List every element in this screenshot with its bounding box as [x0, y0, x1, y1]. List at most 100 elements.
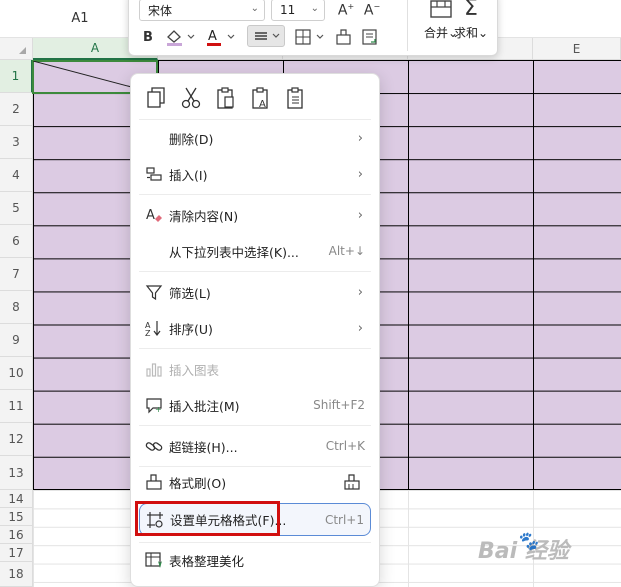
align-center-icon [255, 32, 280, 40]
cut-icon [181, 87, 201, 109]
insert-cells-icon [146, 167, 162, 181]
row-header-1[interactable]: 1 [0, 60, 33, 93]
sort-icon: A Z [145, 321, 161, 337]
copy-button[interactable] [143, 84, 169, 112]
row-header-16[interactable]: 16 [0, 526, 33, 544]
menu-item-format-painter[interactable]: 格式刷(O) [139, 466, 371, 498]
paste-special-button[interactable] [283, 84, 309, 112]
svg-text:A: A [259, 99, 266, 110]
format-painter-button[interactable] [333, 26, 355, 48]
paste-values-button[interactable]: A [248, 84, 274, 112]
bold-icon: B [143, 29, 153, 45]
link-icon [145, 442, 163, 451]
select-all-corner[interactable] [0, 38, 33, 60]
svg-text:A: A [208, 29, 217, 44]
menu-item-clear-contents[interactable]: A 清除内容(N) › [139, 199, 371, 231]
comment-icon: + [146, 398, 162, 414]
menu-item-filter[interactable]: 筛选(L) › [139, 276, 371, 308]
font-color-button[interactable]: A [203, 26, 239, 48]
context-menu: A 删除(D) › 插入(I) › A 清除内容(N) › 从下拉列表中选择(K… [130, 73, 380, 587]
chevron-right-icon: › [357, 284, 363, 300]
row-header-2[interactable]: 2 [0, 93, 33, 126]
chevron-right-icon: › [357, 207, 363, 223]
paste-values-icon: A [252, 87, 268, 110]
row-header-15[interactable]: 15 [0, 508, 33, 526]
convert-button[interactable] [359, 26, 381, 48]
menu-item-format-cells[interactable]: 设置单元格格式(F)... Ctrl+1 [139, 503, 371, 536]
menu-item-insert[interactable]: 插入(I) › [139, 158, 371, 190]
convert-icon [362, 29, 377, 45]
paste-special-icon [287, 87, 303, 109]
bold-button[interactable]: B [137, 26, 159, 48]
row-header-8[interactable]: 8 [0, 291, 33, 324]
mini-format-toolbar: 宋体 ⌄ 11 ⌄ A+ A− B A 合并⌄ Σ 求和⌄ [128, 0, 498, 56]
svg-text:+: + [155, 405, 162, 414]
menu-item-sort[interactable]: A Z 排序(U) › [139, 312, 371, 344]
format-painter-icon [146, 474, 162, 490]
menu-item-hyperlink[interactable]: 超链接(H)... Ctrl+K [139, 430, 371, 462]
column-header-e[interactable]: E [533, 38, 621, 60]
menu-item-insert-comment[interactable]: + 插入批注(M) Shift+F2 [139, 389, 371, 421]
chevron-down-icon: ⌄ [250, 3, 259, 14]
sigma-icon: Σ [464, 0, 478, 21]
clear-contents-icon: A [146, 208, 162, 223]
chart-icon [146, 363, 162, 377]
cut-button[interactable] [178, 84, 204, 112]
align-button[interactable] [247, 25, 285, 47]
menu-separator [139, 271, 371, 272]
menu-item-pick-from-list[interactable]: 从下拉列表中选择(K)... Alt+↓ [139, 235, 371, 267]
row-header-12[interactable]: 12 [0, 423, 33, 456]
chevron-down-icon: ⌄ [310, 3, 319, 14]
row-header-6[interactable]: 6 [0, 225, 33, 258]
format-painter-icon [336, 29, 351, 45]
svg-text:A: A [146, 208, 155, 223]
menu-item-delete[interactable]: 删除(D) › [139, 122, 371, 154]
toolbar-divider [407, 0, 408, 51]
row-header-10[interactable]: 10 [0, 357, 33, 390]
paste-button[interactable] [213, 84, 239, 112]
row-header-5[interactable]: 5 [0, 192, 33, 225]
font-size-select[interactable]: 11 ⌄ [271, 0, 325, 21]
menu-item-table-beautify[interactable]: 表格整理美化 [139, 544, 371, 576]
menu-separator [139, 542, 371, 543]
lock-format-painter-icon[interactable] [343, 473, 361, 491]
fill-color-button[interactable] [163, 26, 199, 48]
chevron-right-icon: › [357, 320, 363, 336]
row-header-3[interactable]: 3 [0, 126, 33, 159]
row-header-14[interactable]: 14 [0, 490, 33, 508]
paw-logo-icon: 🐾 [516, 531, 539, 552]
menu-separator [139, 194, 371, 195]
filter-icon [145, 285, 163, 301]
table-beautify-icon [145, 552, 162, 568]
font-name-select[interactable]: 宋体 ⌄ [139, 0, 265, 21]
row-header-7[interactable]: 7 [0, 258, 33, 291]
paste-icon [217, 87, 234, 109]
decrease-font-size-button[interactable]: A− [361, 0, 383, 21]
row-header-17[interactable]: 17 [0, 544, 33, 562]
border-icon [295, 29, 324, 45]
copy-icon [147, 87, 165, 108]
menu-separator [139, 119, 371, 120]
menu-separator [139, 348, 371, 349]
menu-item-insert-chart: 插入图表 [139, 353, 371, 385]
fill-color-icon [167, 30, 195, 46]
row-header-9[interactable]: 9 [0, 324, 33, 357]
svg-text:Z: Z [145, 329, 151, 337]
increase-font-size-button[interactable]: A+ [335, 0, 357, 21]
clipboard-actions: A [143, 84, 309, 112]
row-header-18[interactable]: 18 [0, 562, 33, 587]
row-header-11[interactable]: 11 [0, 390, 33, 423]
menu-separator [139, 425, 371, 426]
row-header-4[interactable]: 4 [0, 159, 33, 192]
format-cells-icon [147, 512, 163, 528]
font-color-icon: A [207, 29, 235, 46]
chevron-right-icon: › [357, 130, 363, 146]
border-button[interactable] [292, 26, 328, 48]
row-header-13[interactable]: 13 [0, 456, 33, 490]
chevron-right-icon: › [357, 166, 363, 182]
baidu-jingyan-watermark: Bai 经验 🐾 [478, 531, 569, 564]
font-decrease-icon: A− [363, 1, 381, 19]
font-increase-icon: A+ [337, 1, 355, 19]
sum-button[interactable]: Σ 求和⌄ [449, 0, 493, 51]
name-box-value: A1 [71, 11, 89, 26]
